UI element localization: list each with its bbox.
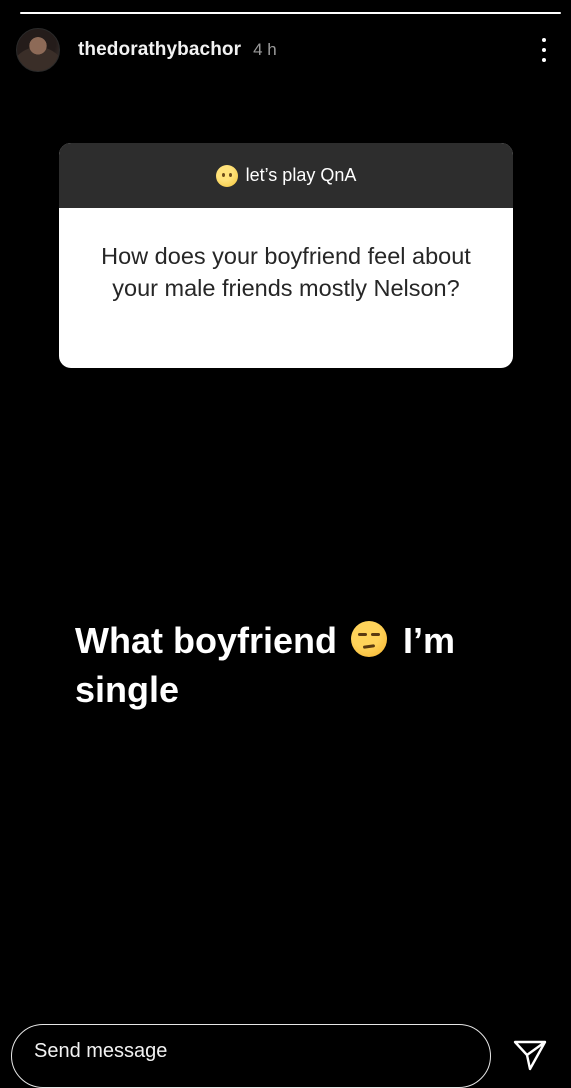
more-options-icon[interactable] <box>541 38 547 62</box>
post-time: 4 h <box>253 40 277 59</box>
story-header: thedorathybachor 4 h <box>16 28 555 72</box>
send-message-input[interactable] <box>11 1024 491 1088</box>
question-sticker[interactable]: let’s play QnA How does your boyfriend f… <box>59 143 513 368</box>
username[interactable]: thedorathybachor <box>78 39 241 61</box>
story-progress-bar <box>20 12 561 15</box>
progress-segment <box>20 12 561 14</box>
send-button[interactable] <box>510 1038 550 1074</box>
question-sticker-header: let’s play QnA <box>59 143 513 208</box>
caption-text-before: What boyfriend <box>75 620 337 661</box>
avatar[interactable] <box>16 28 60 72</box>
question-sticker-prompt: let’s play QnA <box>245 165 357 185</box>
unamused-face-icon <box>351 621 387 657</box>
paper-plane-icon <box>513 1040 547 1071</box>
story-caption: What boyfriend I’m single <box>75 616 535 714</box>
hushed-face-icon <box>215 164 238 187</box>
question-text: How does your boyfriend feel about your … <box>101 243 471 301</box>
